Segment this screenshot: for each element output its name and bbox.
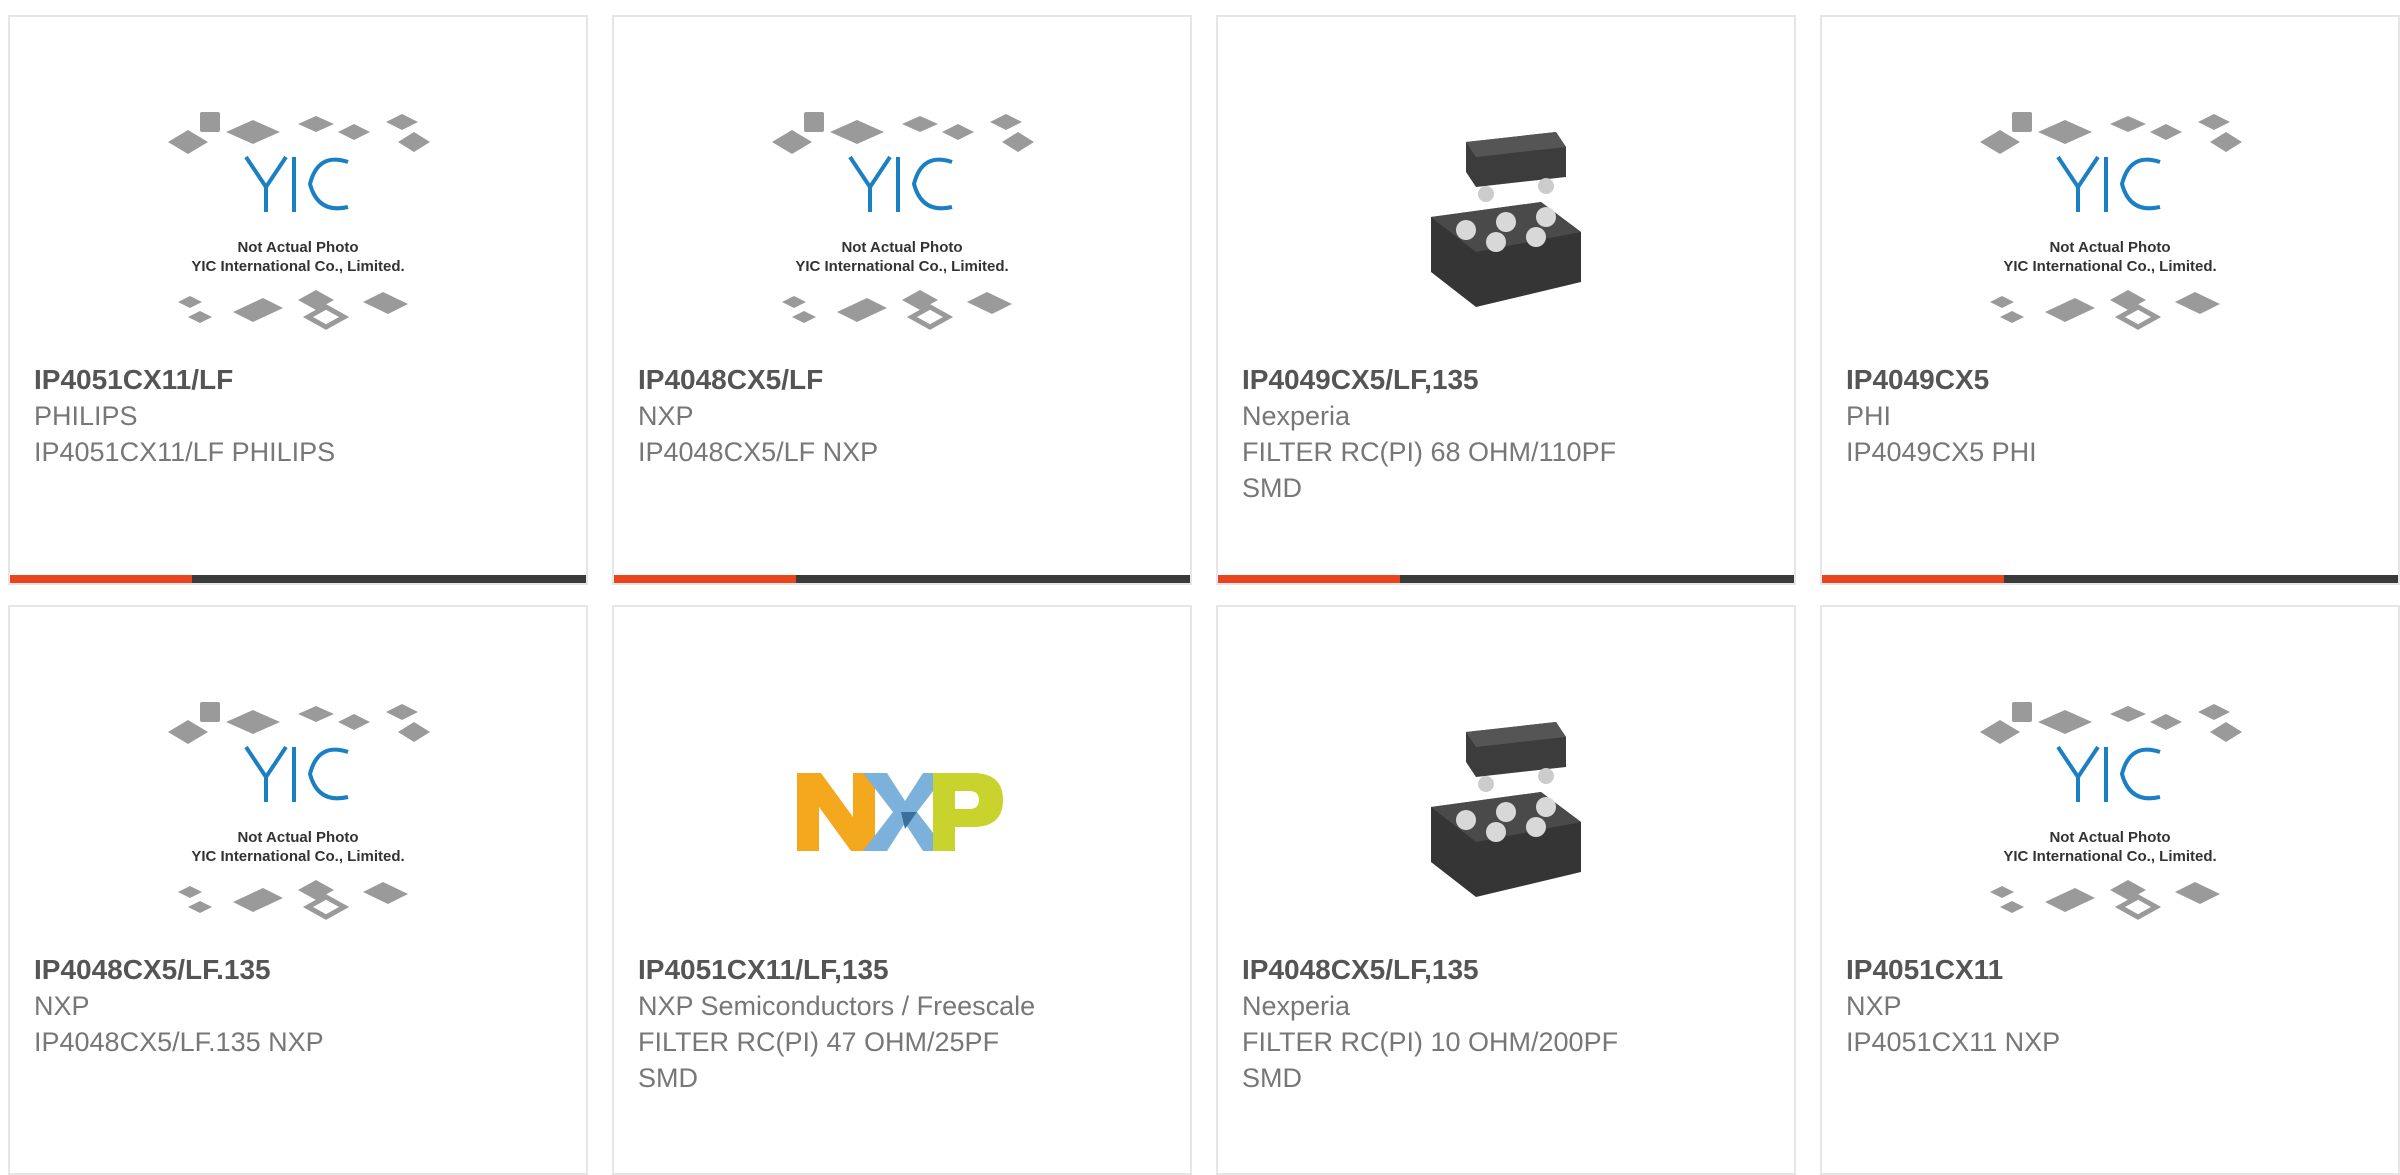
placeholder-line1: Not Actual Photo <box>237 829 358 846</box>
manufacturer: NXP <box>34 991 90 1021</box>
product-image[interactable]: Not Actual Photo YIC International Co., … <box>1822 77 2398 367</box>
placeholder-image: Not Actual Photo YIC International Co., … <box>168 112 430 330</box>
card-accent-bar <box>1218 575 1794 583</box>
placeholder-image: Not Actual Photo YIC International Co., … <box>1980 702 2242 920</box>
product-image[interactable] <box>614 667 1190 957</box>
part-number[interactable]: IP4048CX5/LF.135 <box>34 952 566 988</box>
product-card[interactable]: IP4051CX11/LF,135 NXP Semiconductors / F… <box>612 605 1192 1175</box>
product-card[interactable]: Not Actual Photo YIC International Co., … <box>1820 605 2400 1175</box>
part-number[interactable]: IP4048CX5/LF <box>638 362 1170 398</box>
manufacturer: Nexperia <box>1242 401 1351 431</box>
description-2: SMD <box>638 1063 698 1093</box>
product-image[interactable] <box>1218 667 1794 957</box>
placeholder-line1: Not Actual Photo <box>2049 829 2170 846</box>
manufacturer: NXP <box>638 401 694 431</box>
description-2: SMD <box>1242 1063 1302 1093</box>
description: FILTER RC(PI) 68 OHM/110PF <box>1242 437 1617 467</box>
description-2: SMD <box>1242 473 1302 503</box>
placeholder-image: Not Actual Photo YIC International Co., … <box>1980 112 2242 330</box>
card-accent-bar <box>1822 575 2398 583</box>
part-number[interactable]: IP4051CX11/LF <box>34 362 566 398</box>
manufacturer: PHILIPS <box>34 401 138 431</box>
description: FILTER RC(PI) 10 OHM/200PF <box>1242 1027 1619 1057</box>
part-number[interactable]: IP4051CX11 <box>1846 952 2378 988</box>
placeholder-line1: Not Actual Photo <box>2049 239 2170 256</box>
product-card[interactable]: IP4048CX5/LF,135 Nexperia FILTER RC(PI) … <box>1216 605 1796 1175</box>
placeholder-image: Not Actual Photo YIC International Co., … <box>168 702 430 920</box>
placeholder-image: Not Actual Photo YIC International Co., … <box>772 112 1034 330</box>
part-number[interactable]: IP4049CX5 <box>1846 362 2378 398</box>
product-card[interactable]: Not Actual Photo YIC International Co., … <box>8 605 588 1175</box>
product-card[interactable]: Not Actual Photo YIC International Co., … <box>1820 15 2400 585</box>
part-number[interactable]: IP4048CX5/LF,135 <box>1242 952 1774 988</box>
placeholder-line2: YIC International Co., Limited. <box>795 258 1008 275</box>
part-number[interactable]: IP4049CX5/LF,135 <box>1242 362 1774 398</box>
description: IP4048CX5/LF.135 NXP <box>34 1027 324 1057</box>
product-image[interactable]: Not Actual Photo YIC International Co., … <box>10 667 586 957</box>
description: FILTER RC(PI) 47 OHM/25PF <box>638 1027 1000 1057</box>
manufacturer: NXP Semiconductors / Freescale <box>638 991 1036 1021</box>
manufacturer: Nexperia <box>1242 991 1351 1021</box>
manufacturer: NXP <box>1846 991 1902 1021</box>
product-card[interactable]: Not Actual Photo YIC International Co., … <box>8 15 588 585</box>
product-image[interactable]: Not Actual Photo YIC International Co., … <box>10 77 586 367</box>
nxp-logo <box>797 773 1003 851</box>
part-number[interactable]: IP4051CX11/LF,135 <box>638 952 1170 988</box>
placeholder-line2: YIC International Co., Limited. <box>2003 258 2216 275</box>
description: IP4051CX11 NXP <box>1846 1027 2061 1057</box>
description: IP4051CX11/LF PHILIPS <box>34 437 336 467</box>
placeholder-line2: YIC International Co., Limited. <box>191 258 404 275</box>
placeholder-line2: YIC International Co., Limited. <box>191 848 404 865</box>
chip-photo <box>1431 132 1581 307</box>
product-image[interactable] <box>1218 77 1794 367</box>
product-card[interactable]: IP4049CX5/LF,135 Nexperia FILTER RC(PI) … <box>1216 15 1796 585</box>
product-grid: Not Actual Photo YIC International Co., … <box>0 0 2400 1175</box>
placeholder-line1: Not Actual Photo <box>237 239 358 256</box>
description: IP4048CX5/LF NXP <box>638 437 879 467</box>
card-accent-bar <box>10 575 586 583</box>
placeholder-line1: Not Actual Photo <box>841 239 962 256</box>
product-card[interactable]: Not Actual Photo YIC International Co., … <box>612 15 1192 585</box>
card-accent-bar <box>614 575 1190 583</box>
placeholder-line2: YIC International Co., Limited. <box>2003 848 2216 865</box>
product-image[interactable]: Not Actual Photo YIC International Co., … <box>614 77 1190 367</box>
product-image[interactable]: Not Actual Photo YIC International Co., … <box>1822 667 2398 957</box>
description: IP4049CX5 PHI <box>1846 437 2037 467</box>
manufacturer: PHI <box>1846 401 1892 431</box>
chip-photo <box>1431 722 1581 897</box>
